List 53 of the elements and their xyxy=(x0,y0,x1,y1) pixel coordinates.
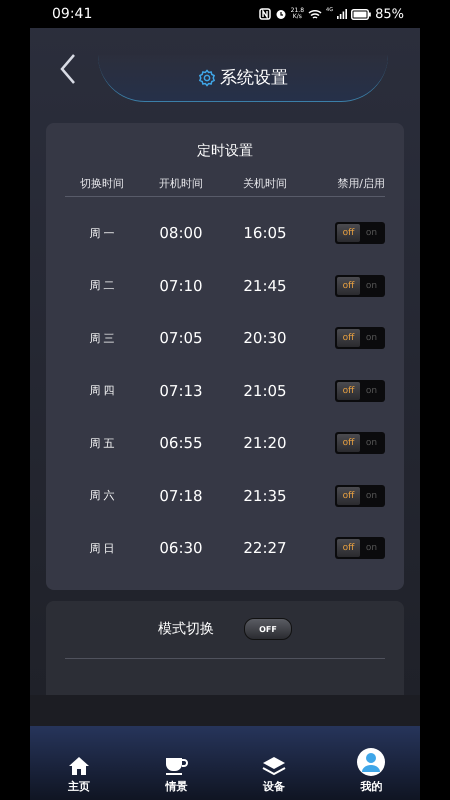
card-title: 定时设置 xyxy=(196,142,254,161)
back-icon[interactable] xyxy=(60,54,76,84)
weekday-label: 周 日 xyxy=(88,540,116,556)
rocker-switch[interactable]: off on xyxy=(335,484,385,507)
power-off-time[interactable]: 21:35 xyxy=(223,486,307,505)
alarm-icon xyxy=(274,8,287,20)
cup-icon xyxy=(164,756,188,776)
rocker-switch[interactable]: off on xyxy=(335,380,385,402)
power-on-time[interactable]: 07:10 xyxy=(139,276,223,295)
weekday-label: 周 二 xyxy=(88,278,116,294)
rocker-switch[interactable]: off on xyxy=(335,327,385,350)
power-on-time[interactable]: 06:30 xyxy=(139,539,223,558)
column-header: 关机时间 xyxy=(242,176,288,190)
nfc-icon xyxy=(258,8,271,20)
clock-time: 09:41 xyxy=(52,6,92,22)
rocker-switch[interactable]: off on xyxy=(335,537,385,560)
power-on-time[interactable]: 07:05 xyxy=(139,329,223,348)
wifi-icon xyxy=(308,8,322,20)
rocker-switch[interactable]: off on xyxy=(335,432,385,454)
power-on-time[interactable]: 06:55 xyxy=(139,434,223,452)
weekday-label: 周 五 xyxy=(88,436,116,451)
rocker-switch[interactable]: off on xyxy=(335,222,385,244)
column-header: 开机时间 xyxy=(158,176,204,190)
nav-tab[interactable]: 我的 xyxy=(322,748,420,794)
page-title: 系统设置 xyxy=(220,67,288,89)
user-avatar-icon xyxy=(357,748,386,776)
nav-tab[interactable]: 情景 xyxy=(128,756,225,794)
power-off-time[interactable]: 16:05 xyxy=(223,224,307,242)
battery-icon xyxy=(351,8,372,20)
battery-percent: 85% xyxy=(375,6,404,22)
home-icon xyxy=(68,756,90,776)
power-off-time[interactable]: 22:27 xyxy=(223,539,307,558)
power-off-time[interactable]: 21:45 xyxy=(223,276,307,295)
weekday-label: 周 一 xyxy=(88,226,116,241)
settings-icon xyxy=(198,68,216,86)
power-off-time[interactable]: 21:20 xyxy=(223,434,307,452)
weekday-label: 周 六 xyxy=(88,488,116,504)
rocker-switch[interactable]: off on xyxy=(335,274,385,297)
mode-label: 模式切换 xyxy=(158,620,214,638)
power-off-time[interactable]: 21:05 xyxy=(223,382,307,400)
weekday-label: 周 三 xyxy=(88,330,116,346)
power-on-time[interactable]: 07:13 xyxy=(139,382,223,400)
signal-icon xyxy=(337,9,348,19)
power-on-time[interactable]: 07:18 xyxy=(139,486,223,505)
power-on-time[interactable]: 08:00 xyxy=(139,224,223,242)
layers-icon xyxy=(262,756,286,776)
power-off-time[interactable]: 20:30 xyxy=(223,329,307,348)
column-header: 切换时间 xyxy=(79,176,125,190)
column-header: 禁用/启用 xyxy=(336,176,385,190)
nav-tab[interactable]: 设备 xyxy=(225,756,322,794)
mode-toggle[interactable]: OFF xyxy=(244,618,292,640)
nav-tab[interactable]: 主页 xyxy=(30,756,128,794)
weekday-label: 周 四 xyxy=(88,383,116,398)
